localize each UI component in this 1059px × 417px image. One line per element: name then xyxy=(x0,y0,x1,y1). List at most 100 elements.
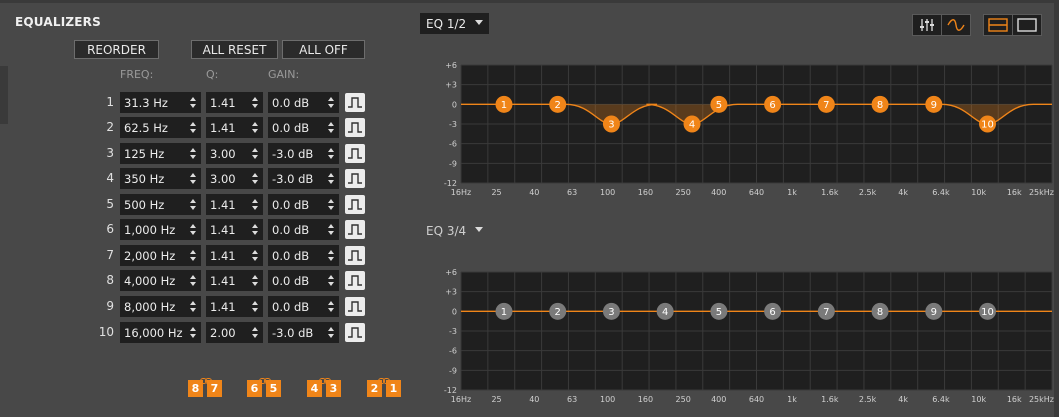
spinner-icon[interactable] xyxy=(189,147,197,161)
gain-input[interactable]: 0.0 dB xyxy=(268,219,339,240)
gain-input[interactable]: 0.0 dB xyxy=(268,245,339,266)
link-band-button[interactable]: 6 xyxy=(247,380,262,397)
spinner-icon[interactable] xyxy=(327,198,335,212)
band-number: 5 xyxy=(106,197,114,211)
spinner-icon[interactable] xyxy=(189,223,197,237)
q-input[interactable]: 1.41 xyxy=(206,245,263,266)
spinner-icon[interactable] xyxy=(189,96,197,110)
all-off-button[interactable]: ALL OFF xyxy=(282,40,365,59)
chain-link-icon[interactable] xyxy=(319,369,331,384)
spinner-icon[interactable] xyxy=(327,249,335,263)
filter-type-button[interactable] xyxy=(345,93,365,112)
gain-input[interactable]: 0.0 dB xyxy=(268,117,339,138)
spinner-icon[interactable] xyxy=(189,198,197,212)
frequency-input[interactable]: 4,000 Hz xyxy=(120,270,201,291)
chain-link-icon[interactable] xyxy=(259,369,271,384)
q-input[interactable]: 1.41 xyxy=(206,92,263,113)
frequency-input[interactable]: 16,000 Hz xyxy=(120,322,201,343)
spinner-icon[interactable] xyxy=(327,121,335,135)
spinner-icon[interactable] xyxy=(251,147,259,161)
y-tick-label: +3 xyxy=(445,81,457,90)
band-number: 10 xyxy=(98,325,114,339)
spinner-icon[interactable] xyxy=(251,198,259,212)
q-input[interactable]: 1.41 xyxy=(206,117,263,138)
gain-value: -3.0 dB xyxy=(272,325,314,340)
spinner-icon[interactable] xyxy=(251,96,259,110)
frequency-input[interactable]: 2,000 Hz xyxy=(120,245,201,266)
frequency-value: 16,000 Hz xyxy=(124,325,183,340)
frequency-input[interactable]: 350 Hz xyxy=(120,168,201,189)
filter-type-button[interactable] xyxy=(345,195,365,214)
spinner-icon[interactable] xyxy=(251,300,259,314)
all-reset-button[interactable]: ALL RESET xyxy=(191,40,278,59)
filter-type-button[interactable] xyxy=(345,144,365,163)
filter-type-button[interactable] xyxy=(345,323,365,342)
spinner-icon[interactable] xyxy=(327,326,335,340)
reorder-button[interactable]: REORDER xyxy=(74,40,159,59)
q-input[interactable]: 1.41 xyxy=(206,194,263,215)
link-band-button[interactable]: 7 xyxy=(207,380,222,397)
q-input[interactable]: 1.41 xyxy=(206,219,263,240)
spinner-icon[interactable] xyxy=(327,223,335,237)
spinner-icon[interactable] xyxy=(189,326,197,340)
eq-graph-bottom[interactable]: +6+30-3-6-9-1216Hz 25 40 63 100 160 250 400 640 1… xyxy=(420,262,1055,414)
spinner-icon[interactable] xyxy=(251,274,259,288)
q-input[interactable]: 3.00 xyxy=(206,168,263,189)
gain-input[interactable]: 0.0 dB xyxy=(268,194,339,215)
spinner-icon[interactable] xyxy=(251,121,259,135)
curve-icon[interactable] xyxy=(941,15,970,35)
spinner-icon[interactable] xyxy=(251,326,259,340)
spinner-icon[interactable] xyxy=(251,172,259,186)
frequency-input[interactable]: 62.5 Hz xyxy=(120,117,201,138)
frequency-input[interactable]: 1,000 Hz xyxy=(120,219,201,240)
link-band-button[interactable]: 3 xyxy=(326,380,341,397)
eq-selector-top[interactable]: EQ 1/2 xyxy=(420,13,489,34)
spinner-icon[interactable] xyxy=(251,249,259,263)
spinner-icon[interactable] xyxy=(189,274,197,288)
filter-type-button[interactable] xyxy=(345,246,365,265)
gain-input[interactable]: -3.0 dB xyxy=(268,168,339,189)
spinner-icon[interactable] xyxy=(189,249,197,263)
filter-type-button[interactable] xyxy=(345,169,365,188)
q-input[interactable]: 2.00 xyxy=(206,322,263,343)
frequency-input[interactable]: 8,000 Hz xyxy=(120,296,201,317)
gain-input[interactable]: -3.0 dB xyxy=(268,322,339,343)
chain-link-icon[interactable] xyxy=(200,369,212,384)
spinner-icon[interactable] xyxy=(327,96,335,110)
spinner-icon[interactable] xyxy=(189,121,197,135)
spinner-icon[interactable] xyxy=(189,172,197,186)
link-band-button[interactable]: 4 xyxy=(307,380,322,397)
gain-input[interactable]: 0.0 dB xyxy=(268,296,339,317)
link-band-button[interactable]: 8 xyxy=(188,380,203,397)
chain-link-icon[interactable] xyxy=(378,369,390,384)
frequency-input[interactable]: 125 Hz xyxy=(120,143,201,164)
q-input[interactable]: 1.41 xyxy=(206,296,263,317)
spinner-icon[interactable] xyxy=(327,300,335,314)
link-band-button[interactable]: 1 xyxy=(386,380,401,397)
band-number: 9 xyxy=(106,299,114,313)
link-band-button[interactable]: 2 xyxy=(367,380,382,397)
spinner-icon[interactable] xyxy=(251,223,259,237)
single-view-icon[interactable] xyxy=(1012,15,1041,35)
link-band-button[interactable]: 5 xyxy=(266,380,281,397)
filter-type-button[interactable] xyxy=(345,220,365,239)
filter-type-button[interactable] xyxy=(345,271,365,290)
q-value: 1.41 xyxy=(210,197,236,212)
sliders-icon[interactable] xyxy=(913,15,941,35)
filter-type-button[interactable] xyxy=(345,297,365,316)
spinner-icon[interactable] xyxy=(327,147,335,161)
filter-type-button[interactable] xyxy=(345,118,365,137)
q-input[interactable]: 3.00 xyxy=(206,143,263,164)
gain-input[interactable]: -3.0 dB xyxy=(268,143,339,164)
q-input[interactable]: 1.41 xyxy=(206,270,263,291)
gain-input[interactable]: 0.0 dB xyxy=(268,270,339,291)
eq-selector-bottom[interactable]: EQ 3/4 xyxy=(420,220,489,241)
eq-graph-top[interactable]: +6+30-3-6-9-1216Hz 25 40 63 100 160 250 400 640 1… xyxy=(420,55,1055,207)
gain-input[interactable]: 0.0 dB xyxy=(268,92,339,113)
spinner-icon[interactable] xyxy=(189,300,197,314)
frequency-input[interactable]: 31.3 Hz xyxy=(120,92,201,113)
frequency-input[interactable]: 500 Hz xyxy=(120,194,201,215)
split-view-icon[interactable] xyxy=(984,15,1012,35)
spinner-icon[interactable] xyxy=(327,274,335,288)
spinner-icon[interactable] xyxy=(327,172,335,186)
